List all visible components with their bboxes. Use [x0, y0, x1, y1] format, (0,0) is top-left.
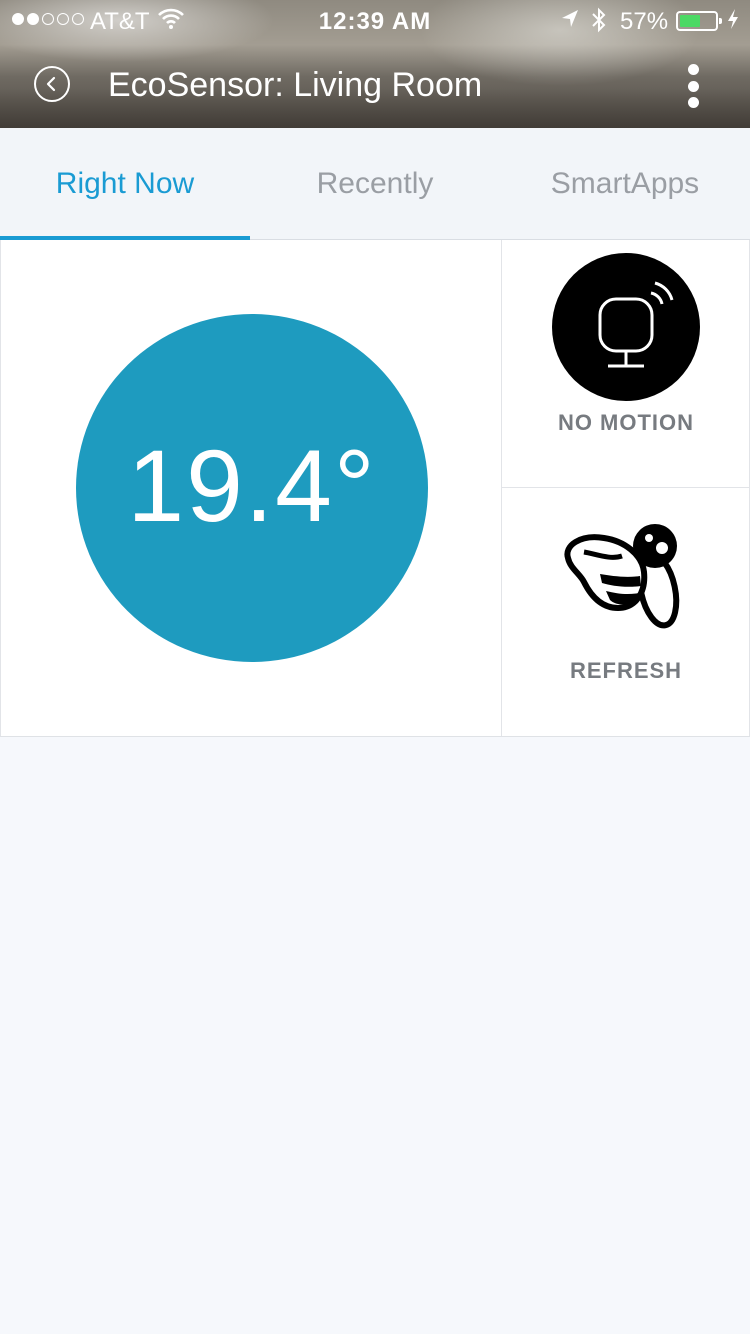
page-title: EcoSensor: Living Room: [108, 66, 483, 104]
bluetooth-icon: [590, 7, 608, 40]
status-bar: AT&T 12:39 AM 57%: [0, 0, 750, 40]
battery-icon: [676, 11, 722, 31]
tab-bar: Right Now Recently SmartApps: [0, 128, 750, 240]
bee-refresh-icon: [560, 516, 690, 641]
tab-recently[interactable]: Recently: [250, 128, 500, 239]
motion-tile[interactable]: NO MOTION: [502, 240, 750, 488]
tab-smartapps[interactable]: SmartApps: [500, 128, 750, 239]
device-tiles: 19.4° NO MOTION REFRESH: [0, 240, 750, 737]
more-options-button[interactable]: [686, 64, 700, 108]
motion-status-label: NO MOTION: [557, 410, 695, 435]
charging-bolt-icon: [726, 7, 740, 38]
chevron-left-icon: [46, 76, 56, 92]
refresh-label: REFRESH: [569, 658, 683, 683]
motion-sensor-icon: [552, 253, 700, 401]
back-button[interactable]: [34, 66, 70, 102]
temperature-circle: 19.4°: [76, 314, 428, 662]
temperature-value: 19.4°: [127, 428, 377, 543]
battery-percent: 57%: [620, 8, 669, 35]
refresh-tile[interactable]: REFRESH: [502, 488, 750, 736]
location-arrow-icon: [560, 7, 580, 38]
temperature-tile[interactable]: 19.4°: [0, 240, 502, 736]
tab-right-now[interactable]: Right Now: [0, 128, 250, 240]
navigation-bar: EcoSensor: Living Room: [0, 40, 750, 128]
